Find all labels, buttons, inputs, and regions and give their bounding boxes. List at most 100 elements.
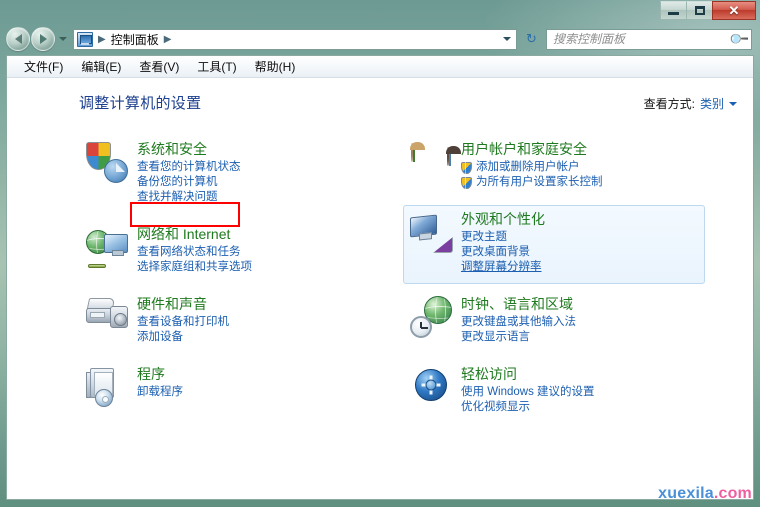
category-clock-language-region[interactable]: 时钟、语言和区域 更改键盘或其他输入法 更改显示语言	[403, 290, 705, 354]
category-texts: 硬件和声音 查看设备和打印机 添加设备	[137, 295, 229, 345]
category-texts: 轻松访问 使用 Windows 建议的设置 优化视频显示	[461, 365, 595, 415]
category-texts: 时钟、语言和区域 更改键盘或其他输入法 更改显示语言	[461, 295, 576, 345]
clock-globe-icon	[410, 296, 452, 338]
breadcrumb-separator-trailing-icon[interactable]: ▶	[161, 34, 175, 45]
search-input[interactable]	[553, 32, 728, 46]
chevron-down-icon	[503, 37, 511, 41]
minimize-button[interactable]	[660, 1, 687, 20]
link-windows-recommended-settings[interactable]: 使用 Windows 建议的设置	[461, 385, 595, 400]
page-title: 调整计算机的设置	[79, 95, 202, 112]
link-parental-controls[interactable]: 为所有用户设置家长控制	[461, 175, 603, 190]
header-row: 调整计算机的设置 查看方式: 类别	[7, 92, 753, 113]
category-user-accounts-family-safety[interactable]: 用户帐户和家庭安全 添加或删除用户帐户 为所有用户设置家长控制	[403, 135, 705, 199]
link-change-keyboard-input[interactable]: 更改键盘或其他输入法	[461, 315, 576, 330]
menu-bar: 文件(F) 编辑(E) 查看(V) 工具(T) 帮助(H)	[7, 56, 753, 78]
breadcrumb-separator-icon: ▶	[98, 33, 106, 45]
users-icon	[410, 141, 461, 183]
menu-edit[interactable]: 编辑(E)	[72, 56, 130, 77]
category-title[interactable]: 硬件和声音	[137, 296, 229, 313]
category-column-left: 系统和安全 查看您的计算机状态 备份您的计算机 查找并解决问题 网络和 Inte…	[79, 135, 381, 430]
watermark-site: xuexila	[658, 485, 714, 502]
refresh-button[interactable]: ↻	[521, 29, 542, 50]
title-bar: ✕	[0, 0, 760, 24]
uac-shield-icon	[461, 161, 472, 174]
category-title[interactable]: 网络和 Internet	[137, 226, 252, 243]
ease-of-access-icon	[410, 366, 452, 408]
menu-view[interactable]: 查看(V)	[130, 56, 188, 77]
control-panel-window: ✕ ▶ 控制面板 ▶ ↻ 搜索控制面板 🔍 文件(F) 编辑(E) 查看(V) …	[0, 0, 760, 507]
network-globe-icon	[86, 226, 128, 268]
address-bar[interactable]: ▶ 控制面板 ▶	[73, 28, 517, 50]
category-texts: 外观和个性化 更改主题 更改桌面背景 调整屏幕分辨率	[461, 210, 545, 275]
link-change-desktop-background[interactable]: 更改桌面背景	[461, 245, 545, 260]
maximize-button[interactable]	[686, 1, 713, 20]
minimize-icon	[668, 12, 679, 15]
link-add-device[interactable]: 添加设备	[137, 330, 229, 345]
close-icon: ✕	[728, 3, 740, 18]
link-homegroup-sharing[interactable]: 选择家庭组和共享选项	[137, 260, 252, 275]
search-box[interactable]: 🔍	[546, 27, 752, 50]
category-network-and-internet[interactable]: 网络和 Internet 查看网络状态和任务 选择家庭组和共享选项	[79, 220, 381, 284]
client-area: 文件(F) 编辑(E) 查看(V) 工具(T) 帮助(H) 调整计算机的设置 查…	[6, 55, 754, 500]
category-programs[interactable]: 程序 卸载程序	[79, 360, 381, 417]
view-by-control: 查看方式: 类别	[644, 95, 737, 112]
category-title[interactable]: 时钟、语言和区域	[461, 296, 576, 313]
category-texts: 程序 卸载程序	[137, 365, 183, 408]
display-personalization-icon	[410, 211, 453, 253]
link-find-fix-problems[interactable]: 查找并解决问题	[137, 190, 241, 205]
link-add-remove-user-accounts[interactable]: 添加或删除用户帐户	[461, 160, 603, 175]
category-column-right: 用户帐户和家庭安全 添加或删除用户帐户 为所有用户设置家长控制 外观和个性化 更…	[403, 135, 705, 430]
category-title[interactable]: 轻松访问	[461, 366, 595, 383]
security-shield-icon	[86, 141, 128, 183]
window-controls: ✕	[660, 1, 756, 20]
navigation-toolbar: ▶ 控制面板 ▶ ↻ 🔍	[0, 24, 760, 54]
category-texts: 用户帐户和家庭安全 添加或删除用户帐户 为所有用户设置家长控制	[461, 140, 603, 190]
link-backup-computer[interactable]: 备份您的计算机	[137, 175, 241, 190]
category-appearance-personalization[interactable]: 外观和个性化 更改主题 更改桌面背景 调整屏幕分辨率	[403, 205, 705, 284]
maximize-icon	[694, 6, 705, 15]
nav-buttons	[6, 27, 69, 51]
chevron-down-icon	[59, 37, 67, 41]
forward-button[interactable]	[31, 27, 55, 51]
link-optimize-visual-display[interactable]: 优化视频显示	[461, 400, 595, 415]
programs-box-icon	[86, 366, 128, 408]
chevron-down-icon[interactable]	[729, 101, 737, 106]
category-texts: 系统和安全 查看您的计算机状态 备份您的计算机 查找并解决问题	[137, 140, 241, 205]
watermark: xuexila.com	[658, 485, 752, 503]
link-uninstall-program[interactable]: 卸载程序	[137, 385, 183, 400]
category-title[interactable]: 程序	[137, 366, 183, 383]
address-dropdown-button[interactable]	[503, 37, 511, 41]
back-button[interactable]	[6, 27, 30, 51]
control-panel-body: 调整计算机的设置 查看方式: 类别 系统和安全 查看您的计算机状态 备份您的计算…	[7, 78, 753, 499]
control-panel-icon	[77, 31, 93, 47]
menu-tools[interactable]: 工具(T)	[188, 56, 245, 77]
close-button[interactable]: ✕	[712, 1, 756, 20]
category-hardware-and-sound[interactable]: 硬件和声音 查看设备和打印机 添加设备	[79, 290, 381, 354]
link-adjust-screen-resolution[interactable]: 调整屏幕分辨率	[461, 260, 545, 275]
category-title[interactable]: 系统和安全	[137, 141, 241, 158]
recent-locations-button[interactable]	[57, 29, 69, 49]
watermark-tld: .com	[713, 485, 752, 502]
category-system-and-security[interactable]: 系统和安全 查看您的计算机状态 备份您的计算机 查找并解决问题	[79, 135, 381, 214]
refresh-icon: ↻	[526, 31, 537, 46]
back-arrow-icon	[14, 34, 22, 44]
breadcrumb-control-panel[interactable]: 控制面板	[109, 31, 161, 48]
menu-file[interactable]: 文件(F)	[15, 56, 72, 77]
link-view-network-status[interactable]: 查看网络状态和任务	[137, 245, 252, 260]
printer-speaker-icon	[86, 296, 128, 338]
link-change-display-language[interactable]: 更改显示语言	[461, 330, 576, 345]
link-change-theme[interactable]: 更改主题	[461, 230, 545, 245]
link-view-devices-printers[interactable]: 查看设备和打印机	[137, 315, 229, 330]
view-by-label: 查看方式:	[643, 97, 695, 111]
category-title[interactable]: 用户帐户和家庭安全	[461, 141, 603, 158]
category-title[interactable]: 外观和个性化	[461, 211, 545, 228]
view-by-value[interactable]: 类别	[700, 95, 724, 112]
link-view-computer-status[interactable]: 查看您的计算机状态	[137, 160, 241, 175]
uac-shield-icon	[461, 176, 472, 189]
menu-help[interactable]: 帮助(H)	[246, 56, 305, 77]
search-icon: 🔍	[727, 27, 750, 50]
category-texts: 网络和 Internet 查看网络状态和任务 选择家庭组和共享选项	[137, 225, 252, 275]
category-ease-of-access[interactable]: 轻松访问 使用 Windows 建议的设置 优化视频显示	[403, 360, 705, 424]
category-columns: 系统和安全 查看您的计算机状态 备份您的计算机 查找并解决问题 网络和 Inte…	[7, 135, 753, 430]
forward-arrow-icon	[39, 34, 47, 44]
